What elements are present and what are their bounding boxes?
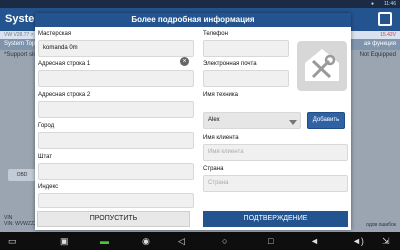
error-codes-text: одов ошибок: [366, 222, 396, 228]
clock: 11:46: [383, 1, 396, 7]
camera-icon[interactable]: ◉: [142, 236, 150, 246]
country-input[interactable]: Страна: [203, 175, 348, 192]
workshop-label: Мастерская: [38, 31, 72, 37]
client-name-label: Имя клиента: [203, 135, 239, 141]
phone-label: Телефон: [203, 31, 228, 37]
back-icon[interactable]: ◁: [178, 236, 185, 246]
technician-label: Имя техника: [203, 92, 238, 98]
recent-apps-icon[interactable]: □: [268, 236, 273, 246]
client-name-input[interactable]: Имя клиента: [203, 144, 348, 161]
home-icon[interactable]: ○: [222, 236, 227, 246]
state-label: Штат: [38, 154, 53, 160]
city-label: Город: [38, 123, 55, 129]
clear-icon[interactable]: ×: [180, 57, 189, 66]
volume-icon[interactable]: ◄: [310, 236, 319, 246]
screenshot-icon[interactable]: ▣: [60, 236, 69, 246]
expand-icon[interactable]: ⇲: [382, 236, 390, 246]
skip-button[interactable]: ПРОПУСТИТЬ: [37, 211, 190, 227]
zip-label: Индекс: [38, 184, 59, 190]
tab-special-function[interactable]: ая функция: [364, 41, 396, 47]
email-label: Электронная почта: [203, 61, 257, 67]
chevron-down-icon[interactable]: [289, 120, 297, 125]
voltage-readout: 15.42V: [380, 32, 396, 38]
phone-input[interactable]: [203, 40, 289, 57]
obd-button[interactable]: OBD: [8, 169, 36, 181]
city-input[interactable]: [38, 132, 194, 149]
email-input[interactable]: [203, 70, 289, 87]
country-label: Страна: [203, 166, 224, 172]
gallery-icon[interactable]: ▭: [8, 236, 17, 246]
signal-icon: ●: [370, 1, 374, 7]
details-dialog: Более подробная информация Мастерская ko…: [35, 13, 351, 230]
zip-input[interactable]: [38, 193, 194, 208]
equipped-status: Not Equipped: [359, 52, 396, 58]
confirm-button[interactable]: ПОДТВЕРЖДЕНИЕ: [203, 211, 348, 227]
address2-label: Адресная строка 2: [38, 92, 91, 98]
technician-select[interactable]: Alex: [203, 112, 301, 129]
address1-label: Адресная строка 1: [38, 61, 91, 67]
exit-icon[interactable]: [378, 12, 392, 26]
vci-icon[interactable]: ▬: [100, 236, 109, 246]
dialog-title: Более подробная информация: [35, 13, 351, 27]
nav-bar: ▭ ▣ ▬ ◉ ◁ ○ □ ◄ ◄) ⇲: [0, 232, 400, 250]
volume-up-icon[interactable]: ◄): [352, 236, 364, 246]
workshop-input[interactable]: komanda 0m: [38, 40, 194, 57]
state-input[interactable]: [38, 163, 194, 180]
add-technician-button[interactable]: Добавить: [307, 112, 345, 129]
address1-input[interactable]: [38, 70, 194, 87]
address2-input[interactable]: [38, 101, 194, 118]
wrench-screwdriver-icon[interactable]: [297, 41, 347, 91]
status-bar: ● 11:46: [0, 0, 400, 8]
